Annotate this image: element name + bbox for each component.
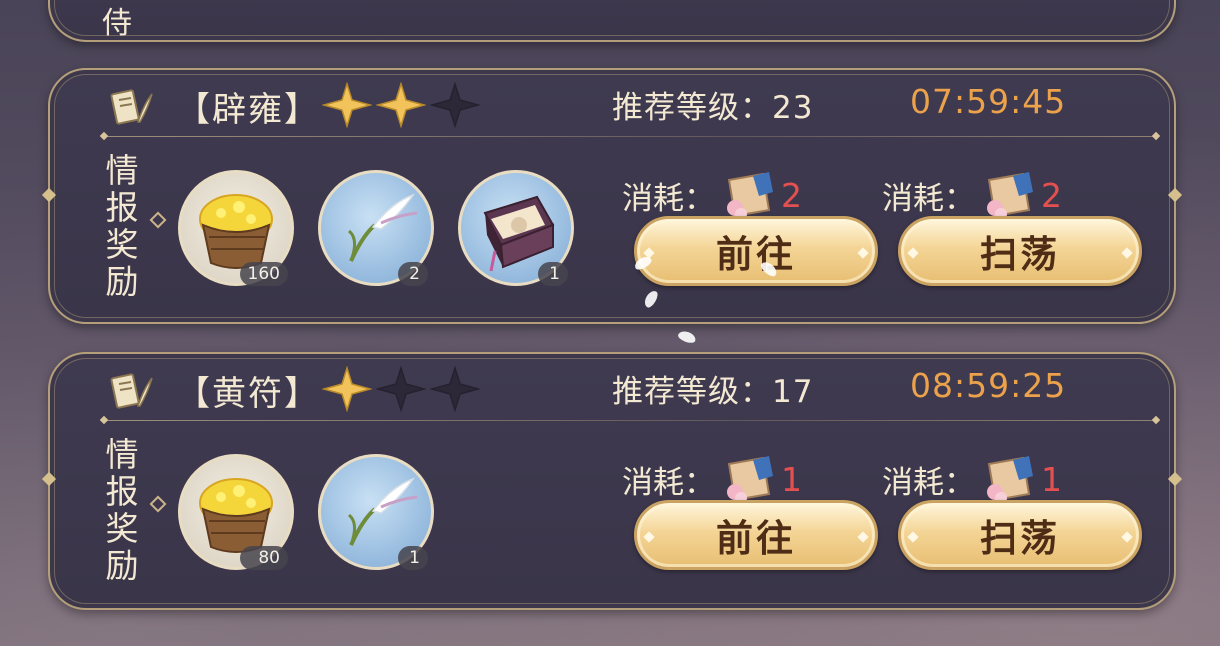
reward-item[interactable]: 1	[318, 454, 434, 570]
frame-gem-icon	[41, 471, 57, 487]
cost-value: 1	[781, 459, 802, 499]
star-filled-icon	[322, 366, 372, 412]
go-cost: 消耗： 1	[622, 454, 802, 504]
cost-value: 2	[1041, 175, 1062, 215]
item-count: 160	[239, 262, 288, 286]
cost-label: 消耗：	[882, 464, 975, 501]
star-filled-icon	[322, 82, 372, 128]
quest-card: 【黄符】 推荐等级：17 08:59:25 情 报 奖 励 80 1 消耗： 1…	[41, 352, 1183, 610]
scroll-ticket-icon	[987, 456, 1033, 504]
quest-title: 【辟雍】	[176, 90, 320, 130]
go-button[interactable]: 前往	[634, 500, 878, 570]
sweep-button[interactable]: 扫荡	[898, 216, 1142, 286]
reward-item[interactable]: 2	[318, 170, 434, 286]
quest-card-partial: 侍	[48, 0, 1176, 42]
petal-particle	[676, 329, 698, 345]
frame-gem-icon	[41, 187, 57, 203]
sweep-cost: 消耗： 1	[882, 454, 1062, 504]
label-gem-icon	[149, 211, 167, 229]
cost-value: 2	[781, 175, 802, 215]
item-count: 1	[398, 546, 428, 570]
cost-value: 1	[1041, 459, 1062, 499]
quest-card: 【辟雍】 推荐等级：23 07:59:45 情 报 奖 励 160 2 1 消耗…	[41, 68, 1183, 324]
header-divider	[104, 136, 1156, 137]
item-count: 1	[538, 262, 568, 286]
sweep-cost: 消耗： 2	[882, 170, 1062, 220]
book-quill-icon	[110, 89, 153, 125]
reward-item[interactable]: 160	[178, 170, 294, 286]
frame-gem-icon	[1167, 187, 1183, 203]
star-empty-icon	[430, 366, 480, 412]
difficulty-stars	[322, 82, 480, 128]
countdown-timer: 07:59:45	[910, 82, 1067, 121]
cost-label: 消耗：	[882, 180, 975, 217]
item-count: 2	[398, 262, 428, 286]
item-count: 80	[240, 546, 288, 570]
quest-title: 【黄符】	[176, 374, 320, 414]
reward-items: 80 1	[178, 454, 434, 570]
reward-label: 情 报 奖 励	[105, 151, 139, 301]
sweep-button[interactable]: 扫荡	[898, 500, 1142, 570]
reward-items: 160 2 1	[178, 170, 574, 286]
reward-item[interactable]: 1	[458, 170, 574, 286]
recommended-level: 推荐等级：23	[612, 90, 814, 126]
go-button[interactable]: 前往	[634, 216, 878, 286]
reward-item[interactable]: 80	[178, 454, 294, 570]
frame-gem-icon	[1167, 471, 1183, 487]
cost-label: 消耗：	[622, 180, 715, 217]
go-cost: 消耗： 2	[622, 170, 802, 220]
scroll-ticket-icon	[987, 172, 1033, 220]
scroll-ticket-icon	[727, 172, 773, 220]
label-gem-icon	[149, 495, 167, 513]
cost-label: 消耗：	[622, 464, 715, 501]
countdown-timer: 08:59:25	[910, 366, 1067, 405]
star-empty-icon	[430, 82, 480, 128]
star-empty-icon	[376, 366, 426, 412]
reward-label: 情 报 奖 励	[105, 435, 139, 585]
reward-label-fragment: 侍	[102, 6, 132, 41]
scroll-ticket-icon	[727, 456, 773, 504]
star-filled-icon	[376, 82, 426, 128]
difficulty-stars	[322, 366, 480, 412]
header-divider	[104, 420, 1156, 421]
book-quill-icon	[110, 373, 153, 409]
recommended-level: 推荐等级：17	[612, 374, 814, 410]
